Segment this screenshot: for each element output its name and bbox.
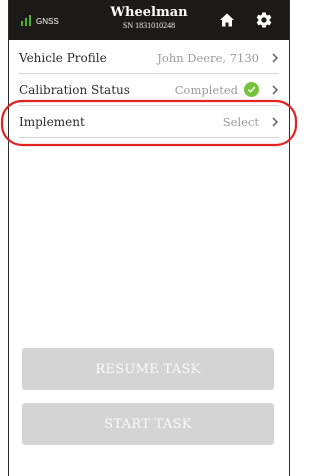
app-title: Wheelman — [110, 5, 188, 20]
app-screen: GNSS Wheelman SN 1831010248 Vehicle Prof… — [8, 0, 290, 476]
top-bar: GNSS Wheelman SN 1831010248 — [9, 0, 289, 40]
chevron-right-icon — [272, 84, 279, 95]
serial-number: SN 1831010248 — [122, 21, 176, 30]
resume-task-button[interactable]: RESUME TASK — [22, 348, 274, 390]
check-circle-icon — [244, 82, 259, 97]
row-value: Completed — [174, 82, 238, 97]
row-label: Vehicle Profile — [19, 50, 107, 65]
row-label: Implement — [19, 114, 85, 129]
implement-row[interactable]: Implement Select — [19, 106, 279, 138]
row-value: John Deere, 7130 — [157, 50, 259, 65]
gnss-label: GNSS — [36, 17, 59, 26]
calibration-status-row[interactable]: Calibration Status Completed — [19, 74, 279, 106]
gear-icon[interactable] — [255, 11, 273, 29]
row-label: Calibration Status — [19, 82, 130, 97]
gnss-status[interactable]: GNSS — [21, 15, 59, 26]
signal-strength-icon — [21, 15, 31, 26]
vehicle-profile-row[interactable]: Vehicle Profile John Deere, 7130 — [19, 42, 279, 74]
app-title-block: Wheelman SN 1831010248 — [91, 5, 207, 31]
chevron-right-icon — [272, 116, 279, 127]
row-value: Select — [222, 114, 259, 129]
home-icon[interactable] — [219, 12, 235, 28]
chevron-right-icon — [272, 52, 279, 63]
start-task-button[interactable]: START TASK — [22, 403, 274, 445]
